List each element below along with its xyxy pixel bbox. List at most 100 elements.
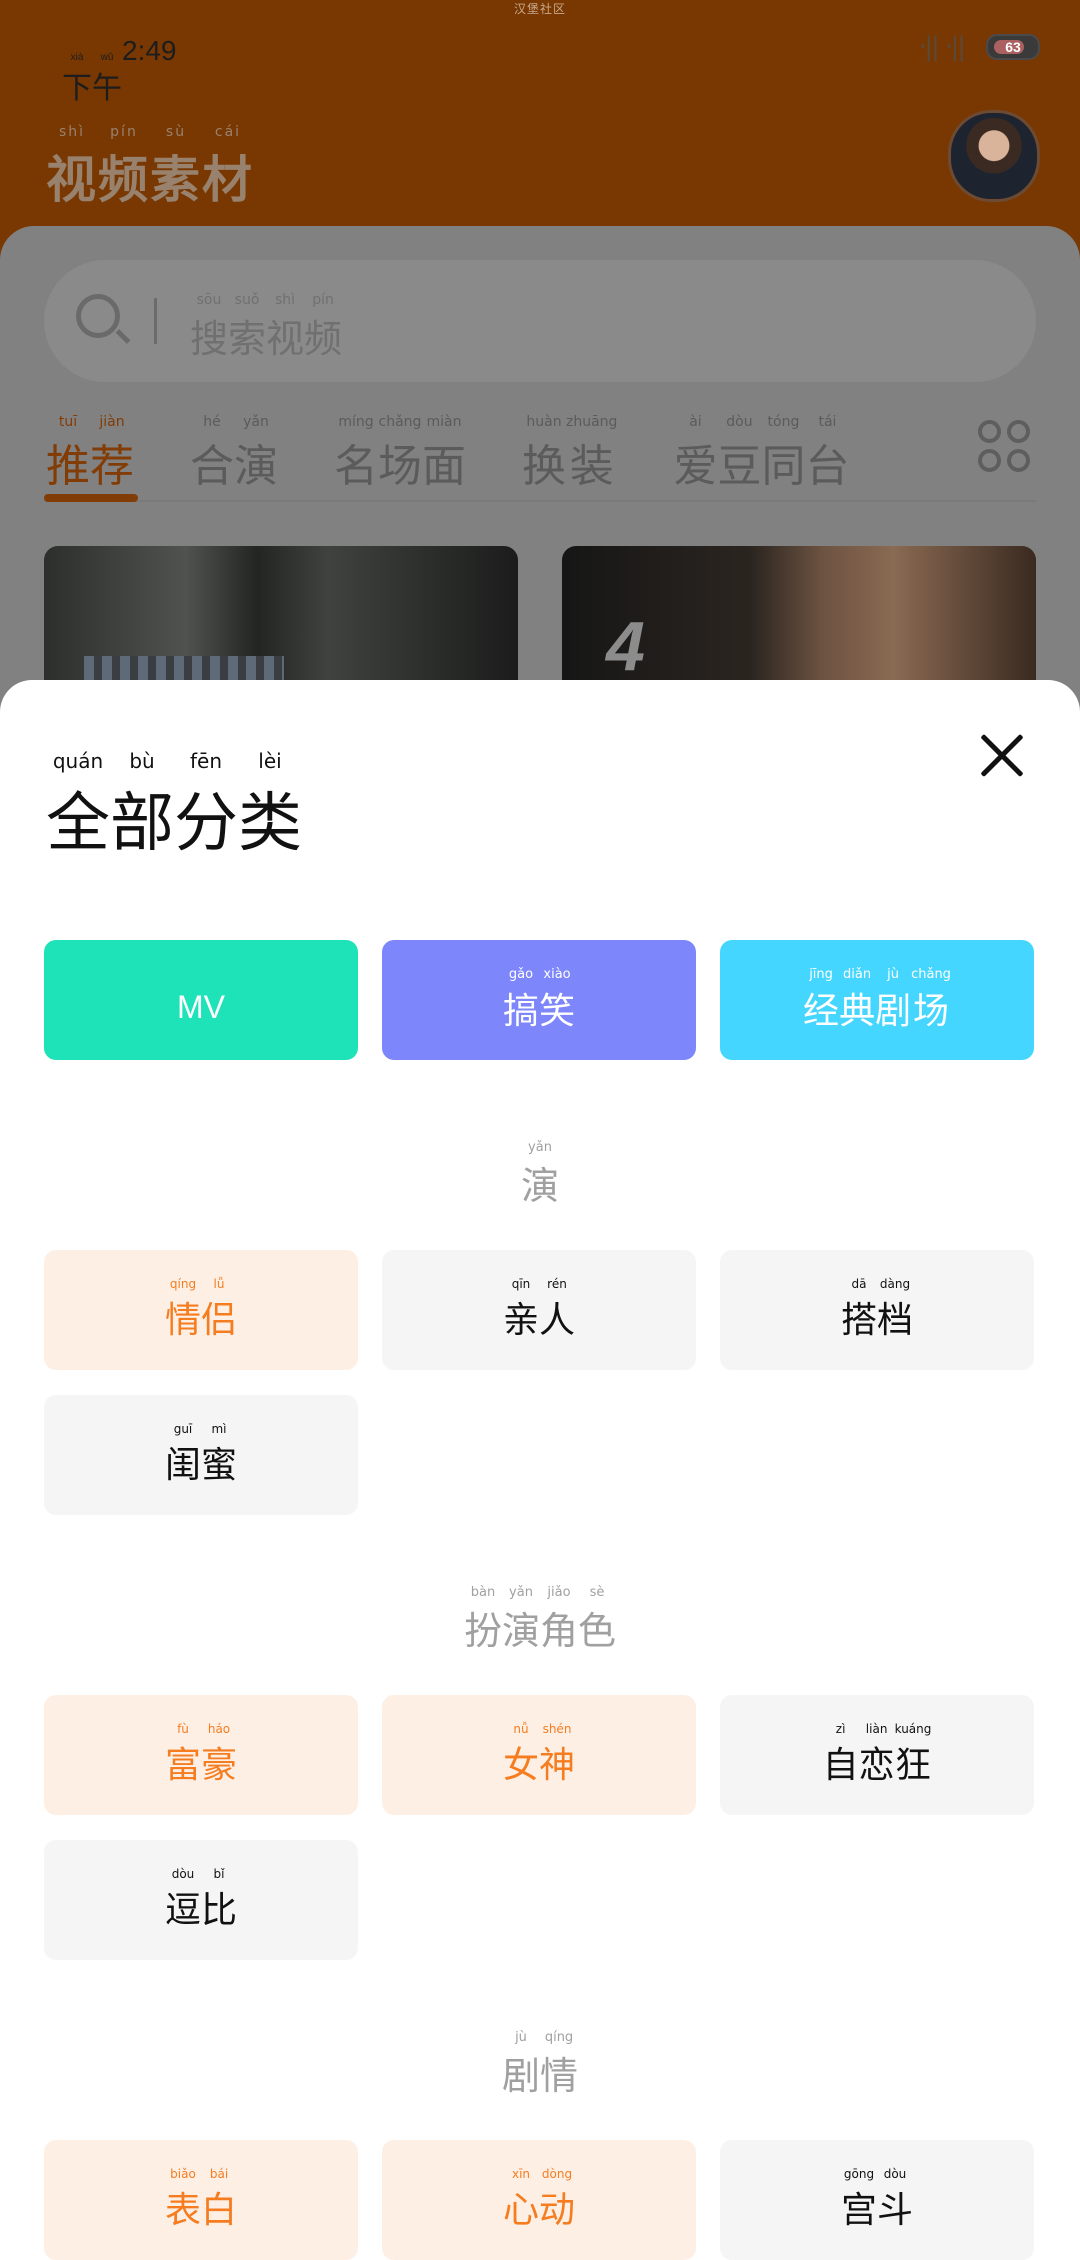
category-chip-char: liàn 恋 [858,1722,895,1786]
category-chip-char: dàng 档 [877,1277,914,1341]
category-chip-char: dòu 斗 [877,2167,914,2231]
search-placeholder-char: shì 视 [266,292,305,361]
category-chip[interactable]: zì 自 liàn 恋 kuáng 狂 [720,1695,1034,1815]
category-chip[interactable]: dòu 逗 bǐ 比 [44,1840,358,1960]
tab-char: hé 合 [190,414,234,492]
page-title-char: pín 频 [98,124,150,209]
sheet-title-char: lèi 类 [238,749,302,861]
tab-0[interactable]: tuī 推 jiàn 荐 [46,414,134,504]
sheet-title-char: fēn 分 [174,749,238,861]
category-chip-char: gōng 宫 [840,2167,877,2231]
section-title-2: jù 剧 qíng 情 [0,2030,1080,2100]
page-title: shì 视 pín 频 sù 素 cái 材 [46,124,254,212]
category-chip-char: rén 人 [539,1277,576,1341]
featured-category-label: MV [177,988,225,1025]
status-icons: ·|| ·|| 63 [918,32,1040,62]
featured-category-2[interactable]: jīng 经 diǎn 典 jù 剧 chǎng 场 [720,940,1034,1060]
page-title-char: cái 材 [202,124,254,209]
category-chip-char: kuáng 狂 [894,1722,932,1786]
avatar[interactable] [948,110,1040,202]
category-chip[interactable]: fù 富 háo 豪 [44,1695,358,1815]
section-title-0: yǎn 演 [0,1140,1080,1210]
category-chip-char: qīn 亲 [502,1277,539,1341]
search-cursor [154,298,157,344]
section-title-char: qíng 情 [540,2030,579,2098]
search-icon [76,294,120,338]
tab-char: dòu 豆 [717,414,762,492]
category-tabs: tuī 推 jiàn 荐 hé 合 yǎn 演 míng 名 chǎng 场 miàn 面 huàn 换 zhu… [46,414,849,504]
category-chip-char: bái 白 [201,2167,238,2231]
tab-1[interactable]: hé 合 yǎn 演 [190,414,278,504]
sheet-title-char: quán 全 [46,749,110,861]
tab-char: huàn 换 [522,414,566,492]
featured-category-1[interactable]: gǎo 搞 xiào 笑 [382,940,696,1060]
sheet-title: quán 全 bù 部 fēn 分 lèi 类 [46,750,302,864]
section-title-char: sè 色 [578,1585,617,1653]
category-chip-char: mì 蜜 [201,1422,238,1486]
thumbnail-number: 4 [606,607,645,685]
page-title-char: shì 视 [46,124,98,209]
tab-divider [44,500,1036,502]
featured-category-char: chǎng 场 [911,966,951,1032]
featured-category-char: jīng 经 [803,966,840,1032]
category-chip[interactable]: qīn 亲 rén 人 [382,1250,696,1370]
section-title-char: yǎn 演 [520,1140,559,1208]
tab-char: miàn 面 [422,414,466,492]
category-chip-char: lǚ 侣 [201,1277,238,1341]
tab-2[interactable]: míng 名 chǎng 场 miàn 面 [334,414,466,504]
tab-char: ài 爱 [673,414,718,492]
category-chip[interactable]: dā 搭 dàng 档 [720,1250,1034,1370]
tab-char: yǎn 演 [234,414,278,492]
video-thumbnail-1[interactable] [44,546,518,686]
page-title-char: sù 素 [150,124,202,209]
tab-3[interactable]: huàn 换 zhuāng 装 [522,414,617,504]
search-placeholder-char: pín 频 [304,292,343,361]
category-chip[interactable]: guī 闺 mì 蜜 [44,1395,358,1515]
section-title-char: yǎn 演 [501,1585,540,1653]
section-title-char: jiǎo 角 [540,1585,579,1653]
featured-category-char: gǎo 搞 [502,966,539,1032]
search-placeholder-char: sōu 搜 [190,292,229,361]
category-chip[interactable]: qíng 情 lǚ 侣 [44,1250,358,1370]
category-chip[interactable]: xīn 心 dòng 动 [382,2140,696,2260]
category-chip-char: xīn 心 [502,2167,539,2231]
tab-char: jiàn 荐 [90,414,134,492]
category-chip[interactable]: nǚ 女 shén 神 [382,1695,696,1815]
category-chip[interactable]: gōng 宫 dòu 斗 [720,2140,1034,2260]
category-chip-char: shén 神 [539,1722,576,1786]
category-chip-char: fù 富 [164,1722,201,1786]
tab-char: tuī 推 [46,414,90,492]
category-chip-char: háo 豪 [201,1722,238,1786]
category-chip-char: qíng 情 [164,1277,201,1341]
tab-char: míng 名 [334,414,378,492]
active-tab-indicator [44,494,138,502]
time-char: xià 下 [62,52,92,106]
section-title-char: jù 剧 [501,2030,540,2098]
search-placeholder-char: suǒ 索 [228,292,267,361]
tab-char: zhuāng 装 [566,414,618,492]
section-title-1: bàn 扮 yǎn 演 jiǎo 角 sè 色 [0,1585,1080,1655]
sheet-title-char: bù 部 [110,749,174,861]
category-chip-char: dòu 逗 [164,1867,201,1931]
tab-char: tóng 同 [761,414,806,492]
search-placeholder[interactable]: sōu 搜 suǒ 索 shì 视 pín 频 [190,292,342,363]
tab-4[interactable]: ài 爱 dòu 豆 tóng 同 tái 台 [673,414,849,504]
video-thumbnail-2[interactable]: 4 [562,546,1036,686]
category-chip-char: guī 闺 [164,1422,201,1486]
close-icon[interactable] [978,732,1026,780]
all-categories-sheet: quán 全 bù 部 fēn 分 lèi 类 MV gǎo 搞 xiào 笑 jīng 经 diǎn 典 jù… [0,680,1080,2260]
tab-char: tái 台 [805,414,850,492]
category-chip-char: zì 自 [822,1722,859,1786]
category-chip-char: bǐ 比 [201,1867,238,1931]
featured-category-0[interactable]: MV [44,940,358,1060]
category-chip-char: nǚ 女 [502,1722,539,1786]
time-char: wǔ 午 [92,52,122,106]
tab-char: chǎng 场 [378,414,422,492]
category-chip-char: dā 搭 [840,1277,877,1341]
grid-menu-icon[interactable] [978,420,1030,472]
category-chip[interactable]: biǎo 表 bái 白 [44,2140,358,2260]
featured-category-char: jù 剧 [875,966,912,1032]
category-chip-char: dòng 动 [539,2167,576,2231]
watermark-label: 汉堡社区 [513,2,566,16]
section-title-char: bàn 扮 [463,1585,502,1653]
